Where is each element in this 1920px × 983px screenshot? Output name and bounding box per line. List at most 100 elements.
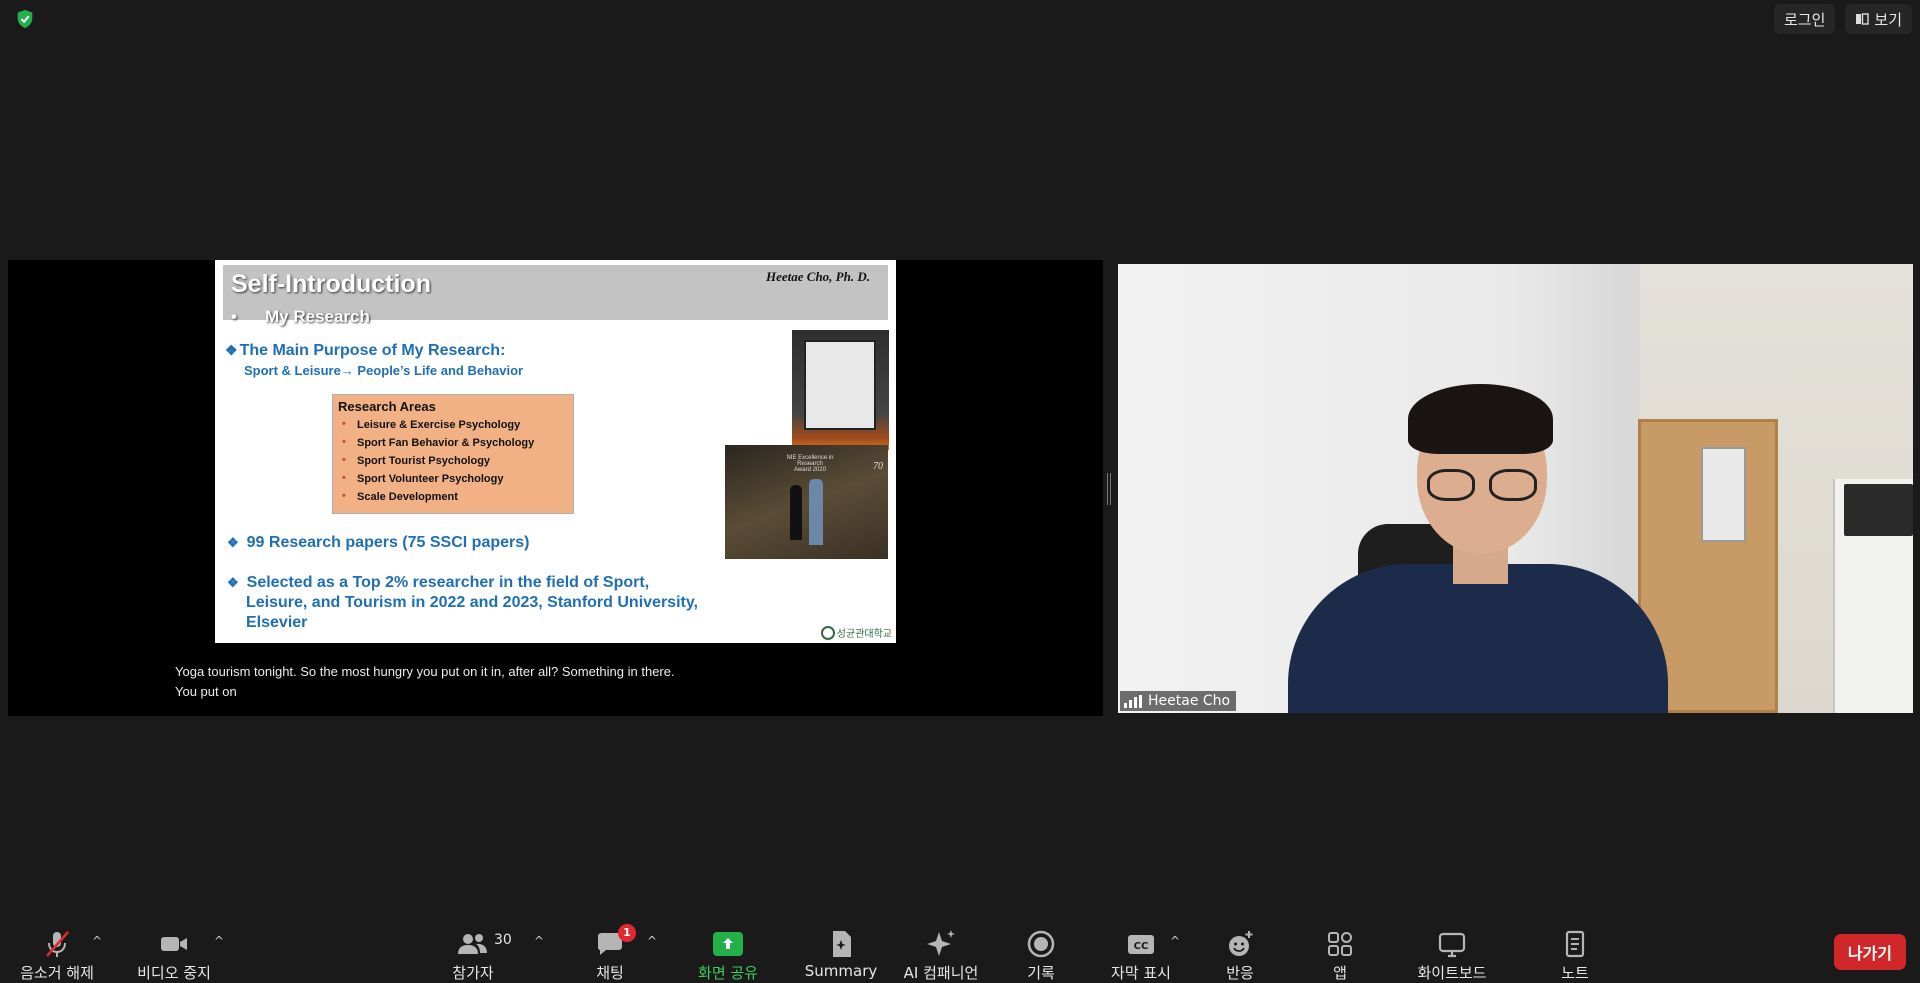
record-icon — [1025, 928, 1057, 960]
participant-video-tile[interactable]: Heetae Cho — [1118, 264, 1913, 713]
caption-line: You put on — [175, 684, 237, 699]
background-microwave — [1844, 484, 1913, 536]
add-reaction-icon — [1224, 928, 1256, 960]
research-area-item: Scale Development — [338, 490, 568, 509]
login-button[interactable]: 로그인 — [1773, 4, 1836, 34]
award-caption-line1: NIE Excellence in Research — [786, 455, 834, 467]
slide-subtitle: • My Research — [231, 307, 370, 327]
slide-header: Self-Introduction • My Research Heetae Ch… — [223, 265, 888, 326]
participants-button[interactable]: 30 참가자 — [423, 928, 523, 983]
muted-microphone-icon — [41, 928, 73, 960]
meeting-toolbar: 음소거 해제 ^ 비디오 중지 ^ 30 참가자 ^ 1 채팅 ^ 화면 공유 … — [0, 916, 1920, 983]
research-area-item: Sport Fan Behavior & Psychology — [338, 436, 568, 455]
whiteboard-label: 화이트보드 — [1417, 964, 1487, 982]
reactions-label: 반응 — [1226, 964, 1254, 982]
whiteboard-icon — [1436, 928, 1468, 960]
captions-options-chevron-icon[interactable]: ^ — [1168, 934, 1182, 948]
papers-text: 99 Research papers (75 SSCI papers) — [246, 534, 530, 551]
diamond-bullet-icon: ❖ — [227, 535, 239, 550]
research-area-item: Sport Tourist Psychology — [338, 454, 568, 473]
diamond-bullet-icon: ❖ — [225, 342, 238, 358]
subtitle-bullet: • — [231, 307, 237, 326]
top-researcher-line3: Elsevier — [246, 614, 308, 631]
ai-companion-button[interactable]: AI 컴패니언 — [891, 928, 991, 983]
ai-companion-label: AI 컴패니언 — [903, 964, 979, 982]
record-label: 기록 — [1027, 964, 1055, 982]
presentation-slide: Self-Introduction • My Research Heetae Ch… — [215, 260, 896, 643]
research-area-item: Leisure & Exercise Psychology — [338, 418, 568, 437]
reactions-button[interactable]: 반응 — [1190, 928, 1290, 983]
shared-screen[interactable]: Self-Introduction • My Research Heetae Ch… — [8, 260, 1103, 716]
view-layout-icon — [1856, 13, 1870, 25]
summary-button[interactable]: Summary — [791, 928, 891, 980]
university-logo-icon — [820, 625, 835, 640]
research-areas-box: Research Areas Leisure & Exercise Psycho… — [332, 394, 574, 514]
purpose-heading: ❖ The Main Purpose of My Research: — [225, 342, 505, 360]
top-researcher-text: ❖ Selected as a Top 2% researcher in the … — [227, 573, 747, 633]
award-caption-line2: Award 2020 — [794, 467, 826, 473]
ai-sparkle-icon — [924, 928, 958, 960]
summary-label: Summary — [804, 962, 878, 980]
audio-options-chevron-icon[interactable]: ^ — [90, 934, 104, 948]
stop-video-label: 비디오 중지 — [137, 964, 211, 982]
share-screen-label: 화면 공유 — [698, 964, 758, 982]
apps-grid-icon — [1324, 928, 1356, 960]
papers-line: ❖ 99 Research papers (75 SSCI papers) — [227, 534, 529, 552]
closed-captions-icon: CC — [1125, 928, 1157, 960]
summary-document-icon — [825, 928, 857, 960]
research-areas-title: Research Areas — [338, 399, 436, 414]
record-button[interactable]: 기록 — [991, 928, 1091, 983]
participants-label: 참가자 — [452, 964, 494, 982]
share-screen-icon — [713, 928, 743, 960]
award-badge: 70 — [873, 461, 883, 472]
leave-meeting-button[interactable]: 나가기 — [1833, 934, 1906, 970]
chat-options-chevron-icon[interactable]: ^ — [645, 934, 659, 948]
captions-label: 자막 표시 — [1111, 964, 1171, 982]
glasses — [1423, 469, 1541, 501]
apps-button[interactable]: 앱 — [1290, 928, 1390, 983]
university-logo: 성균관대학교 — [820, 625, 892, 640]
person-figure — [809, 479, 823, 545]
chat-label: 채팅 — [596, 964, 624, 982]
notes-button[interactable]: 노트 — [1525, 928, 1625, 983]
whiteboard-button[interactable]: 화이트보드 — [1402, 928, 1502, 983]
award-photo: NIE Excellence in Research Award 2020 70 — [725, 445, 888, 559]
certificate-photo — [792, 330, 889, 450]
subtitle-text: My Research — [265, 307, 370, 326]
participants-icon: 30 — [456, 928, 512, 960]
live-captions: Yoga tourism tonight. So the most hungry… — [175, 662, 675, 702]
notes-label: 노트 — [1561, 964, 1589, 982]
diamond-bullet-icon: ❖ — [227, 575, 239, 590]
participants-options-chevron-icon[interactable]: ^ — [532, 934, 546, 948]
login-label: 로그인 — [1783, 10, 1826, 29]
participant-name: Heetae Cho — [1148, 693, 1231, 709]
purpose-title: The Main Purpose of My Research: — [239, 342, 506, 359]
split-view-divider[interactable] — [1107, 473, 1113, 505]
stop-video-button[interactable]: 비디오 중지 — [124, 928, 224, 983]
participant-name-tag: Heetae Cho — [1120, 691, 1237, 711]
top-right-controls: 로그인 보기 — [1773, 4, 1912, 34]
university-logo-text: 성균관대학교 — [836, 629, 892, 640]
shield-check-icon[interactable] — [14, 8, 36, 30]
signal-strength-icon — [1124, 694, 1142, 708]
share-screen-button[interactable]: 화면 공유 — [678, 928, 778, 983]
participants-count: 30 — [494, 932, 512, 948]
person-sweater — [1288, 564, 1668, 713]
video-options-chevron-icon[interactable]: ^ — [212, 934, 226, 948]
certificate-frame — [804, 340, 876, 430]
apps-label: 앱 — [1333, 964, 1347, 982]
top-researcher-line2: Leisure, and Tourism in 2022 and 2023, S… — [246, 594, 698, 611]
chat-bubble-icon: 1 — [594, 924, 636, 960]
notes-icon — [1559, 928, 1591, 960]
slide-author: Heetae Cho, Ph. D. — [766, 269, 870, 284]
person-figure — [790, 485, 802, 540]
top-researcher-line1: Selected as a Top 2% researcher in the f… — [246, 574, 650, 591]
award-caption: NIE Excellence in Research Award 2020 — [775, 455, 845, 473]
view-button[interactable]: 보기 — [1845, 4, 1912, 34]
slide-title: Self-Introduction — [231, 270, 431, 298]
zoom-meeting-window: 로그인 보기 Self-Introduction • My Research He… — [0, 0, 1920, 983]
caption-line: Yoga tourism tonight. So the most hungry… — [175, 664, 675, 679]
research-area-item: Sport Volunteer Psychology — [338, 472, 568, 491]
unmute-label: 음소거 해제 — [20, 964, 94, 982]
person-hair — [1408, 384, 1553, 454]
